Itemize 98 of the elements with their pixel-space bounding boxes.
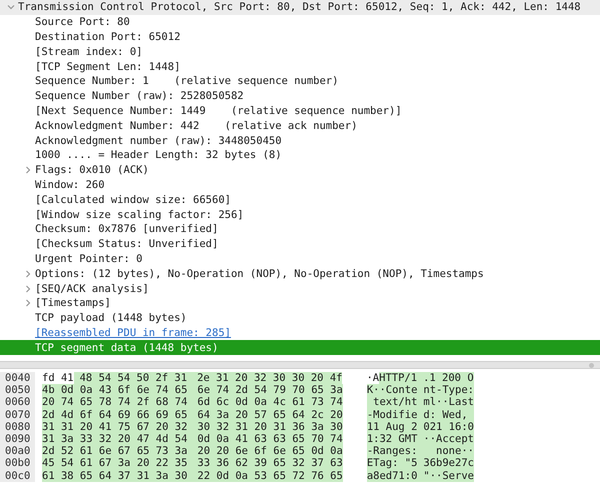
tree-row[interactable]: Options: (12 bytes), No-Operation (NOP), No-Operation (NOP), Timestamps	[0, 266, 600, 282]
tree-row[interactable]: Source Port: 80	[0, 14, 600, 30]
hex-bytes: 4b 0d 0a 43 6f 6e 74 65	[42, 384, 198, 396]
ascii-text: ·A	[366, 372, 380, 384]
hex-offset: 0070	[0, 408, 35, 421]
tree-row[interactable]: Acknowledgment Number: 442 (relative ack number)	[0, 118, 600, 134]
hex-bytes: 20 20 6e 6f 6e 65 0d 0a	[197, 445, 343, 458]
field-label: Flags: 0x010 (ACK)	[35, 164, 149, 176]
field-label: [Timestamps]	[35, 297, 111, 310]
field-label: [Next Sequence Number: 1449 (relative sequence number)]	[35, 104, 402, 117]
hex-bytes: 6d 6c 0d 0a 4c 61 73 74	[197, 396, 343, 409]
field-label: [Stream index: 0]	[35, 46, 142, 58]
hex-bytes: 20 74 65 78 74 2f 68 74	[42, 396, 198, 409]
hex-offset: 0080	[0, 420, 35, 433]
field-label: Urgent Pointer: 0	[35, 252, 142, 265]
ascii-text: a8ed71:0	[366, 470, 424, 482]
hex-offset: 0090	[0, 432, 35, 446]
field-label: Source Port: 80	[35, 16, 130, 28]
hex-bytes: 22 0d 0a 53 65 72 76 65	[197, 470, 343, 482]
field-label: Window: 260	[35, 178, 105, 191]
hex-bytes: fd 41	[42, 372, 74, 384]
chevron-down-icon[interactable]	[7, 3, 15, 12]
ascii-text: .1 200 O	[423, 372, 474, 384]
tree-row[interactable]: Urgent Pointer: 0	[0, 252, 600, 266]
field-label: Sequence Number (raw): 2528050582	[35, 90, 244, 102]
hex-offset: 00a0	[0, 445, 35, 458]
ascii-text: 1:32 GMT	[366, 432, 424, 446]
field-label: [TCP Segment Len: 1448]	[35, 60, 180, 73]
ascii-text: 11 Aug 2	[366, 420, 424, 433]
field-label: Sequence Number: 1 (relative sequence number)	[35, 75, 338, 88]
tree-row[interactable]: TCP payload (1448 bytes)	[0, 310, 600, 326]
ascii-text: K··Conte	[366, 384, 424, 396]
tree-row[interactable]: [Next Sequence Number: 1449 (relative sequence number)]	[0, 104, 600, 118]
field-label: Transmission Control Protocol, Src Port: 80, Dst Port: 65012, Seq: 1, Ack: 442, Len: 1448	[18, 1, 581, 14]
ascii-text: HTTP/1	[379, 372, 424, 384]
tree-row[interactable]: 1000 .... = Header Length: 32 bytes (8)	[0, 148, 600, 163]
tree-row[interactable]: [Checksum Status: Unverified]	[0, 236, 600, 252]
hex-offset: 00b0	[0, 457, 35, 470]
tree-row[interactable]: [Reassembled PDU in frame: 285]	[0, 326, 600, 340]
tree-row[interactable]: Acknowledgment number (raw): 3448050450	[0, 133, 600, 148]
tree-row[interactable]: [Window size scaling factor: 256]	[0, 207, 600, 222]
field-label: Checksum: 0x7876 [unverified]	[35, 223, 218, 236]
hex-bytes: 30 32 31 20 31 36 3a 30	[197, 420, 343, 433]
hex-bytes: 48 54 54 50 2f 31	[74, 372, 198, 384]
hex-bytes: 6e 74 2d 54 79 70 65 3a	[197, 384, 343, 396]
ascii-text: text/ht	[366, 396, 424, 409]
ascii-text: -Ranges:	[366, 445, 424, 458]
ascii-text: nt-Type:	[423, 384, 474, 396]
hex-offset: 0060	[0, 396, 35, 409]
hex-offset: 00c0	[0, 470, 35, 482]
field-label: Acknowledgment Number: 442 (relative ack number)	[35, 120, 358, 132]
hex-bytes: 45 54 61 67 3a 20 22 35	[42, 457, 198, 470]
tree-row[interactable]: [Stream index: 0]	[0, 44, 600, 60]
tree-row[interactable]: Sequence Number: 1 (relative sequence number)	[0, 74, 600, 89]
hex-bytes: 64 3a 20 57 65 64 2c 20	[197, 408, 343, 421]
field-label: [Calculated window size: 66560]	[35, 194, 231, 206]
frame-link[interactable]: [Reassembled PDU in frame: 285]	[35, 326, 231, 339]
ascii-text: ETag: "5	[366, 457, 424, 470]
ascii-text: none··	[423, 445, 474, 458]
field-label: 1000 .... = Header Length: 32 bytes (8)	[35, 149, 282, 162]
splitter-handle[interactable]	[589, 362, 594, 368]
tree-row[interactable]: Destination Port: 65012	[0, 30, 600, 44]
tree-row[interactable]: [Calculated window size: 66560]	[0, 192, 600, 208]
field-label: Options: (12 bytes), No-Operation (NOP), No-Operation (NOP), Timestamps	[35, 268, 484, 280]
chevron-right-icon[interactable]	[24, 166, 32, 174]
ascii-text: ··Accept	[423, 432, 474, 446]
field-label: [Window size scaling factor: 256]	[35, 208, 244, 221]
tree-row[interactable]: Checksum: 0x7876 [unverified]	[0, 222, 600, 237]
hex-offset: 0050	[0, 384, 35, 396]
ascii-text: "··Serve	[423, 470, 474, 482]
hex-bytes: 33 36 62 39 65 32 37 63	[197, 457, 343, 470]
tree-row[interactable]: [Timestamps]	[0, 296, 600, 311]
hex-bytes: 2d 4d 6f 64 69 66 69 65	[42, 408, 198, 421]
field-label: TCP segment data (1448 bytes)	[35, 342, 218, 354]
ascii-text: 021 16:0	[423, 420, 474, 433]
hex-bytes: 0d 0a 41 63 63 65 70 74	[197, 432, 343, 446]
hex-bytes: 31 31 20 41 75 67 20 32	[42, 420, 198, 433]
tree-row[interactable]: Sequence Number (raw): 2528050582	[0, 88, 600, 104]
protocol-header-row[interactable]: Transmission Control Protocol, Src Port: 80, Dst Port: 65012, Seq: 1, Ack: 442, Len: 1448	[0, 0, 600, 15]
ascii-text: 36b9e27c	[423, 457, 474, 470]
hex-bytes: 61 38 65 64 37 31 3a 30	[42, 470, 198, 482]
field-label: [SEQ/ACK analysis]	[35, 282, 149, 295]
hex-bytes: 2d 52 61 6e 67 65 73 3a	[42, 445, 198, 458]
hex-bytes: 2e 31 20 32 30 30 20 4f	[197, 372, 342, 384]
field-label: TCP payload (1448 bytes)	[35, 312, 187, 324]
selected-tree-row[interactable]: TCP segment data (1448 bytes)	[0, 340, 600, 356]
field-label: Destination Port: 65012	[35, 30, 180, 43]
hex-bytes: 31 3a 33 32 20 47 4d 54	[42, 432, 198, 446]
field-label: [Checksum Status: Unverified]	[35, 238, 218, 250]
ascii-text: d: Wed,	[423, 408, 474, 421]
ascii-text: -Modifie	[366, 408, 424, 421]
tree-row[interactable]: [SEQ/ACK analysis]	[0, 281, 600, 296]
tree-row[interactable]: [TCP Segment Len: 1448]	[0, 59, 600, 74]
tree-row[interactable]: Window: 260	[0, 178, 600, 192]
field-label: Acknowledgment number (raw): 3448050450	[35, 134, 282, 147]
ascii-text: ml··Last	[423, 396, 474, 409]
tree-row[interactable]: Flags: 0x010 (ACK)	[0, 162, 600, 178]
hex-offset: 0040	[0, 372, 35, 384]
